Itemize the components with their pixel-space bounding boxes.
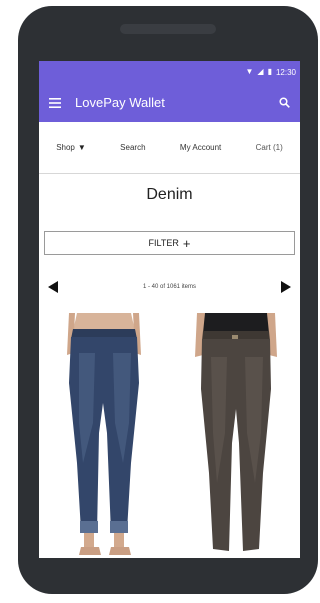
plus-icon: +: [182, 235, 191, 251]
nav-cart-label: Cart (1): [255, 143, 283, 152]
search-icon[interactable]: [276, 95, 292, 111]
product-image-blue-jeans[interactable]: [39, 313, 169, 558]
status-bar: ▼ ◢ ▮ 12:30: [39, 61, 300, 83]
phone-frame: ▼ ◢ ▮ 12:30 LovePay Wallet Shop ▼ Search…: [18, 6, 318, 594]
nav-shop[interactable]: Shop ▼: [56, 143, 86, 152]
nav-search[interactable]: Search: [120, 143, 145, 152]
wifi-icon: ▼: [245, 67, 254, 76]
page-title: Denim: [146, 186, 193, 203]
app-bar: ▼ ◢ ▮ 12:30 LovePay Wallet: [39, 61, 300, 122]
app-title: LovePay Wallet: [75, 95, 165, 110]
next-page-icon[interactable]: [280, 281, 292, 293]
filter-label: FILTER: [148, 238, 179, 248]
nav-my-account[interactable]: My Account: [180, 143, 221, 152]
results-count: 1 - 40 of 1061 items: [142, 284, 197, 290]
prev-page-icon[interactable]: [47, 281, 59, 293]
menu-icon[interactable]: [47, 95, 63, 111]
pagination: 1 - 40 of 1061 items: [39, 279, 300, 295]
nav-account-label: My Account: [179, 143, 222, 152]
product-grid: [39, 313, 300, 558]
product-image-brown-jeans[interactable]: [169, 313, 299, 558]
signal-icon: ◢: [257, 67, 264, 76]
nav-search-label: Search: [120, 143, 146, 152]
caret-down-icon: ▼: [77, 143, 86, 152]
product-card[interactable]: [39, 313, 169, 558]
filter-button[interactable]: FILTER +: [44, 231, 295, 255]
nav-shop-label: Shop: [56, 143, 75, 152]
status-time: 12:30: [275, 67, 296, 77]
app-screen: ▼ ◢ ▮ 12:30 LovePay Wallet Shop ▼ Search…: [39, 61, 300, 558]
nav-cart[interactable]: Cart (1): [256, 143, 283, 152]
top-nav: Shop ▼ Search My Account Cart (1): [39, 122, 300, 174]
battery-icon: ▮: [267, 67, 272, 76]
product-card[interactable]: [169, 313, 299, 558]
toolbar: LovePay Wallet: [39, 83, 300, 122]
phone-speaker: [120, 24, 216, 34]
